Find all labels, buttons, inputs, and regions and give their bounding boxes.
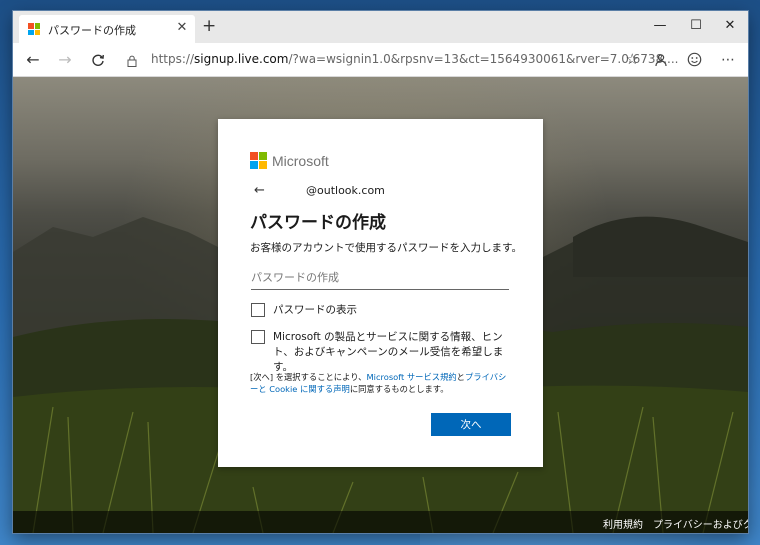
person-icon	[655, 54, 667, 67]
instruction-text: お客様のアカウントで使用するパスワードを入力します。	[250, 242, 522, 254]
microsoft-favicon-icon	[28, 23, 40, 35]
browser-window: パスワードの作成 ✕ + — ☐ ✕ ← → https://signup.li…	[13, 11, 748, 533]
forward-button[interactable]: →	[54, 50, 76, 70]
password-input[interactable]	[251, 265, 509, 290]
title-bar: パスワードの作成 ✕ + — ☐ ✕	[13, 11, 748, 43]
url-text: https://signup.live.com/?wa=wsignin1.0&r…	[151, 52, 678, 66]
tab-title: パスワードの作成	[48, 24, 136, 37]
close-window-button[interactable]: ✕	[712, 13, 748, 39]
account-identity: @outlook.com	[306, 184, 385, 197]
url-scheme: https://	[151, 52, 195, 66]
legal-suffix: に同意するものとします。	[349, 384, 449, 394]
favorite-star-icon[interactable]: ☆	[626, 50, 639, 68]
legal-and: と	[456, 372, 465, 382]
microsoft-logo-icon	[250, 152, 268, 170]
microsoft-brand-text: Microsoft	[272, 153, 329, 169]
feedback-button[interactable]	[683, 50, 705, 70]
more-menu-icon[interactable]: ⋯	[717, 50, 739, 70]
maximize-button[interactable]: ☐	[678, 13, 714, 39]
footer-privacy-link[interactable]: プライバシーおよびクッキー	[653, 516, 748, 531]
page-footer: 利用規約 プライバシーおよびクッキー	[13, 511, 748, 533]
profile-button[interactable]	[650, 50, 672, 70]
url-field[interactable]: https://signup.live.com/?wa=wsignin1.0&r…	[117, 47, 678, 73]
marketing-checkbox[interactable]	[251, 330, 265, 344]
marketing-label: Microsoft の製品とサービスに関する情報、ヒント、およびキャンペーンのメ…	[273, 331, 504, 373]
show-password-label: パスワードの表示	[273, 304, 357, 316]
minimize-button[interactable]: —	[642, 13, 678, 39]
page-title: パスワードの作成	[250, 213, 386, 233]
browser-tab[interactable]: パスワードの作成 ✕	[19, 15, 195, 43]
new-tab-button[interactable]: +	[202, 18, 216, 35]
refresh-button[interactable]	[87, 50, 109, 70]
url-host: signup.live.com	[194, 52, 289, 66]
legal-notice: [次へ] を選択することにより、Microsoft サービス規約とプライバシーと…	[250, 371, 510, 395]
url-path: /?wa=wsignin1.0&rpsnv=13&ct=1564930061&r…	[288, 52, 679, 66]
back-arrow-icon[interactable]: ←	[254, 183, 265, 198]
address-bar: ← → https://signup.live.com/?wa=wsignin1…	[13, 43, 748, 77]
lock-icon	[127, 52, 137, 67]
smiley-icon	[687, 52, 701, 67]
footer-terms-link[interactable]: 利用規約	[603, 516, 643, 531]
back-button[interactable]: ←	[22, 50, 44, 70]
legal-prefix: [次へ] を選択することにより、	[250, 372, 367, 382]
next-button[interactable]: 次へ	[431, 413, 511, 436]
tab-close-icon[interactable]: ✕	[175, 20, 189, 35]
show-password-checkbox[interactable]	[251, 303, 265, 317]
create-password-dialog: Microsoft ← @outlook.com パスワードの作成 お客様のアカ…	[218, 119, 543, 467]
refresh-icon	[92, 54, 104, 66]
terms-link[interactable]: Microsoft サービス規約	[366, 372, 456, 382]
page-content: Microsoft ← @outlook.com パスワードの作成 お客様のアカ…	[13, 77, 748, 533]
